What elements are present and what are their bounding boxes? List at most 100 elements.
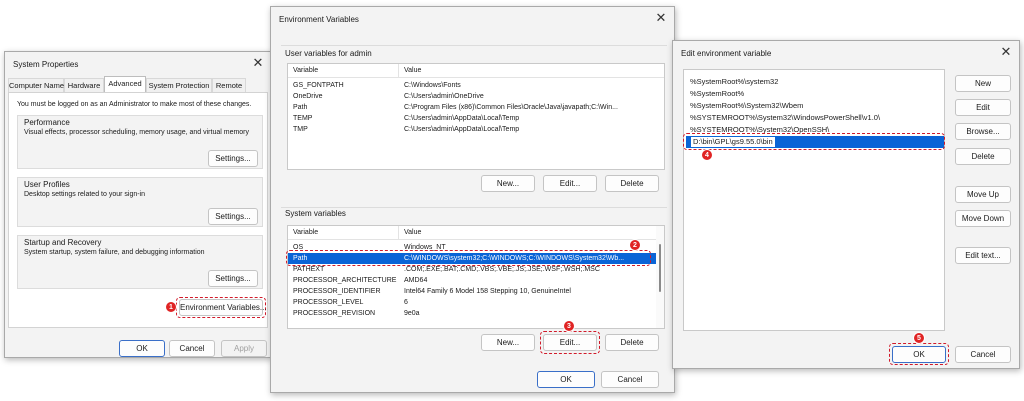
window-title: System Properties (13, 60, 79, 69)
system-delete-button[interactable]: Delete (605, 334, 659, 351)
column-value[interactable]: Value (404, 226, 654, 240)
tab-remote[interactable]: Remote (212, 78, 246, 92)
ok-button[interactable]: OK (119, 340, 165, 357)
user-profiles-desc: Desktop settings related to your sign-in (24, 191, 146, 198)
edit-button[interactable]: Edit (955, 99, 1011, 116)
list-row[interactable]: Path C:\Program Files (x86)\Common Files… (288, 102, 664, 113)
move-down-button[interactable]: Move Down (955, 210, 1011, 227)
close-icon[interactable]: ✕ (999, 45, 1013, 59)
variable-name: PROCESSOR_REVISION (293, 310, 376, 317)
move-up-button[interactable]: Move Up (955, 186, 1011, 203)
tab-system-protection[interactable]: System Protection (146, 78, 212, 92)
user-variables-label: User variables for admin (285, 49, 372, 58)
variable-value: 6 (404, 299, 408, 306)
variable-value: C:\Users\admin\OneDrive (404, 93, 484, 100)
system-properties-window: System Properties ✕ Computer Name Hardwa… (4, 51, 272, 358)
list-row[interactable]: OneDrive C:\Users\admin\OneDrive (288, 91, 664, 102)
window-title: Edit environment variable (681, 49, 772, 58)
system-edit-button[interactable]: Edit... (543, 334, 597, 351)
variable-name: GS_FONTPATH (293, 82, 344, 89)
path-list[interactable]: %SystemRoot%\system32 %SystemRoot% %Syst… (683, 69, 945, 331)
startup-recovery-label: Startup and Recovery (24, 238, 102, 247)
variable-name: TMP (293, 126, 308, 133)
title-bar: Environment Variables ✕ (271, 7, 674, 31)
variable-name: OneDrive (293, 93, 323, 100)
list-row[interactable]: TMP C:\Users\admin\AppData\Local\Temp (288, 124, 664, 135)
tab-hardware[interactable]: Hardware (64, 78, 104, 92)
variable-name: PROCESSOR_LEVEL (293, 299, 364, 306)
startup-recovery-desc: System startup, system failure, and debu… (24, 249, 205, 256)
user-profiles-label: User Profiles (24, 180, 70, 189)
user-profiles-settings-button[interactable]: Settings... (208, 208, 258, 225)
cancel-button[interactable]: Cancel (169, 340, 215, 357)
new-path-callout (683, 133, 945, 150)
environment-variables-button[interactable]: Environment Variables... (179, 299, 267, 316)
performance-settings-button[interactable]: Settings... (208, 150, 258, 167)
apply-button[interactable]: Apply (221, 340, 267, 357)
user-edit-button[interactable]: Edit... (543, 175, 597, 192)
close-icon[interactable]: ✕ (251, 56, 265, 70)
variable-value: C:\Windows\Fonts (404, 82, 461, 89)
list-item[interactable]: %SystemRoot%\System32\Wbem (690, 100, 803, 111)
close-icon[interactable]: ✕ (654, 11, 668, 25)
ok-button[interactable]: OK (892, 346, 946, 363)
cancel-button[interactable]: Cancel (955, 346, 1011, 363)
cancel-button[interactable]: Cancel (601, 371, 659, 388)
variable-value: C:\Users\admin\AppData\Local\Temp (404, 115, 520, 122)
system-variables-list[interactable]: Variable Value OS Windows_NT Path C:\WIN… (287, 225, 665, 329)
startup-recovery-settings-button[interactable]: Settings... (208, 270, 258, 287)
performance-desc: Visual effects, processor scheduling, me… (24, 129, 250, 136)
variable-name: TEMP (293, 115, 313, 122)
step-4-badge: 4 (701, 149, 713, 161)
startup-recovery-group: Startup and Recovery System startup, sys… (17, 235, 263, 289)
variable-name: Path (293, 104, 308, 111)
user-new-button[interactable]: New... (481, 175, 535, 192)
list-item[interactable]: %SystemRoot%\system32 (690, 76, 778, 87)
browse-button[interactable]: Browse... (955, 123, 1011, 140)
title-bar: Edit environment variable ✕ (673, 41, 1019, 65)
column-divider (398, 226, 399, 240)
delete-button[interactable]: Delete (955, 148, 1011, 165)
variable-value: C:\Program Files (x86)\Common Files\Orac… (404, 104, 618, 111)
edit-environment-variable-window: Edit environment variable ✕ %SystemRoot%… (672, 40, 1020, 369)
variable-value: AMD64 (404, 277, 428, 284)
tab-advanced[interactable]: Advanced (104, 76, 146, 92)
column-variable[interactable]: Variable (293, 64, 393, 78)
system-new-button[interactable]: New... (481, 334, 535, 351)
variable-value: C:\Users\admin\AppData\Local\Temp (404, 126, 520, 133)
list-row[interactable]: PROCESSOR_ARCHITECTURE AMD64 (288, 275, 664, 286)
variable-value: Intel64 Family 6 Model 158 Stepping 10, … (404, 288, 571, 295)
list-row[interactable]: TEMP C:\Users\admin\AppData\Local\Temp (288, 113, 664, 124)
variable-name: PROCESSOR_IDENTIFIER (293, 288, 381, 295)
vertical-scrollbar[interactable] (656, 226, 664, 328)
performance-group: Performance Visual effects, processor sc… (17, 115, 263, 169)
user-variables-list[interactable]: Variable Value GS_FONTPATH C:\Windows\Fo… (287, 63, 665, 170)
column-value[interactable]: Value (404, 64, 654, 78)
tab-computer-name[interactable]: Computer Name (8, 78, 64, 92)
list-header: Variable Value (288, 64, 664, 78)
step-2-badge: 2 (629, 239, 641, 251)
variable-value: 9e0a (404, 310, 420, 317)
window-title: Environment Variables (279, 15, 359, 24)
list-item[interactable]: %SYSTEMROOT%\System32\WindowsPowerShell\… (690, 112, 880, 123)
environment-variables-window: Environment Variables ✕ User variables f… (270, 6, 675, 393)
system-variables-label: System variables (285, 209, 346, 218)
title-bar: System Properties ✕ (5, 52, 271, 76)
path-row-callout (286, 250, 651, 266)
step-1-badge: 1 (165, 301, 177, 313)
list-row[interactable]: PROCESSOR_REVISION 9e0a (288, 308, 664, 319)
user-delete-button[interactable]: Delete (605, 175, 659, 192)
user-profiles-group: User Profiles Desktop settings related t… (17, 177, 263, 227)
list-row[interactable]: GS_FONTPATH C:\Windows\Fonts (288, 80, 664, 91)
list-header: Variable Value (288, 226, 664, 240)
list-item[interactable]: %SystemRoot% (690, 88, 744, 99)
list-row[interactable]: PROCESSOR_LEVEL 6 (288, 297, 664, 308)
performance-label: Performance (24, 118, 70, 127)
new-button[interactable]: New (955, 75, 1011, 92)
ok-button[interactable]: OK (537, 371, 595, 388)
column-divider (398, 64, 399, 78)
scrollbar-thumb[interactable] (659, 244, 661, 292)
list-row[interactable]: PROCESSOR_IDENTIFIER Intel64 Family 6 Mo… (288, 286, 664, 297)
edit-text-button[interactable]: Edit text... (955, 247, 1011, 264)
column-variable[interactable]: Variable (293, 226, 393, 240)
